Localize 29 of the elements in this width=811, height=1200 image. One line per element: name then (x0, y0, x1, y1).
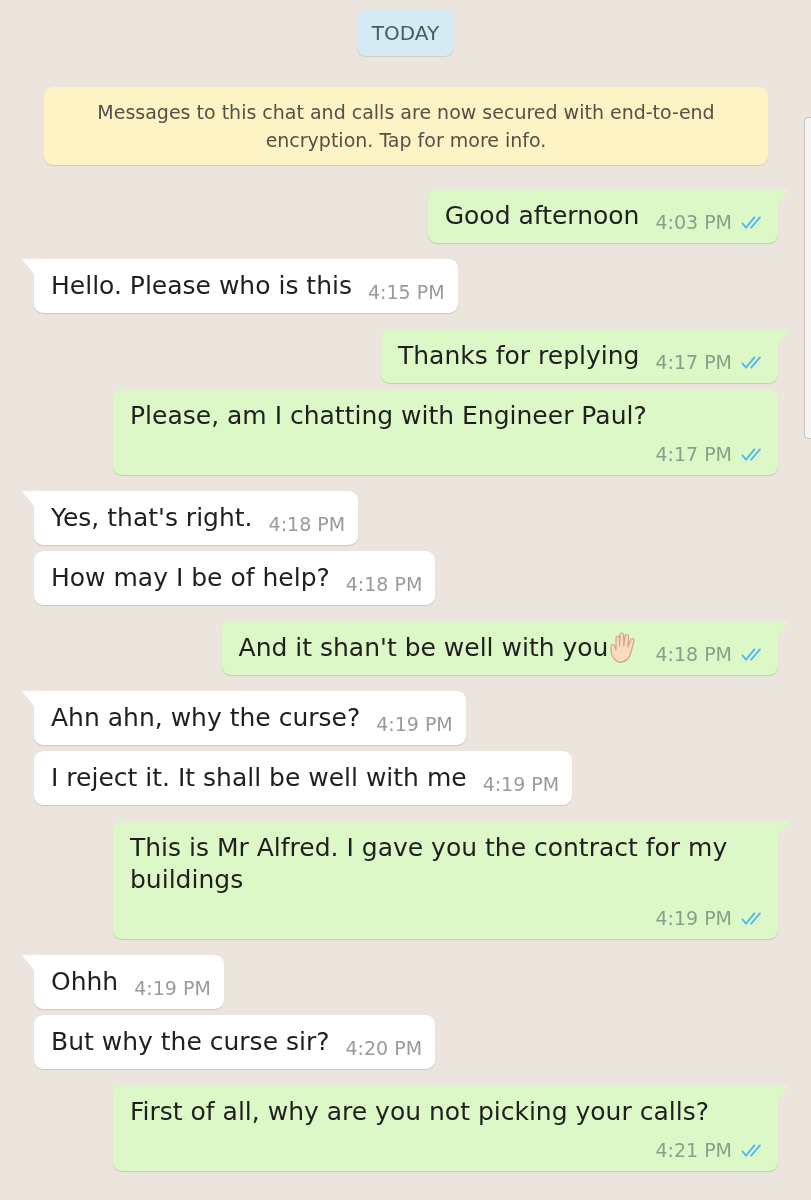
message-text: This is Mr Alfred. I gave you the contract for my buildings (130, 832, 729, 896)
message-time: 4:19 PM (134, 978, 211, 998)
message-text: Hello. Please who is this (51, 270, 352, 302)
message-time: 4:19 PM (655, 908, 732, 928)
message-time: 4:21 PM (655, 1140, 732, 1160)
scrollbar-thumb[interactable] (804, 117, 811, 439)
message-text: How may I be of help? (51, 562, 330, 594)
encryption-notice[interactable]: Messages to this chat and calls are now secured with end-to-end encryption. Tap for more info. (44, 87, 768, 165)
message-time: 4:18 PM (655, 644, 732, 664)
message-time: 4:18 PM (345, 574, 423, 594)
message-time: 4:17 PM (655, 444, 732, 464)
message-time: 4:18 PM (268, 514, 346, 534)
message-text: Good afternoon (444, 200, 640, 232)
message-text: I reject it. It shall be well with me (51, 762, 467, 794)
message-time: 4:17 PM (655, 352, 732, 372)
message-time: 4:15 PM (367, 282, 445, 302)
message-text: Please, am I chatting with Engineer Paul? (130, 400, 647, 432)
message-text: Thanks for replying (398, 340, 640, 372)
date-chip: TODAY (356, 10, 455, 56)
message-text: And it shan't be well with you (238, 632, 609, 664)
message-time: 4:20 PM (345, 1038, 423, 1058)
message-time: 4:19 PM (376, 714, 453, 734)
message-text: Ahn ahn, why the curse? (51, 702, 361, 734)
message-time: 4:03 PM (655, 212, 732, 232)
message-text: Yes, that's right. (51, 502, 253, 534)
message-text: Ohhh (51, 966, 119, 998)
message-text: But why the curse sir? (51, 1026, 330, 1058)
message-text: First of all, why are you not picking your calls? (130, 1096, 709, 1128)
message-time: 4:19 PM (482, 774, 560, 794)
